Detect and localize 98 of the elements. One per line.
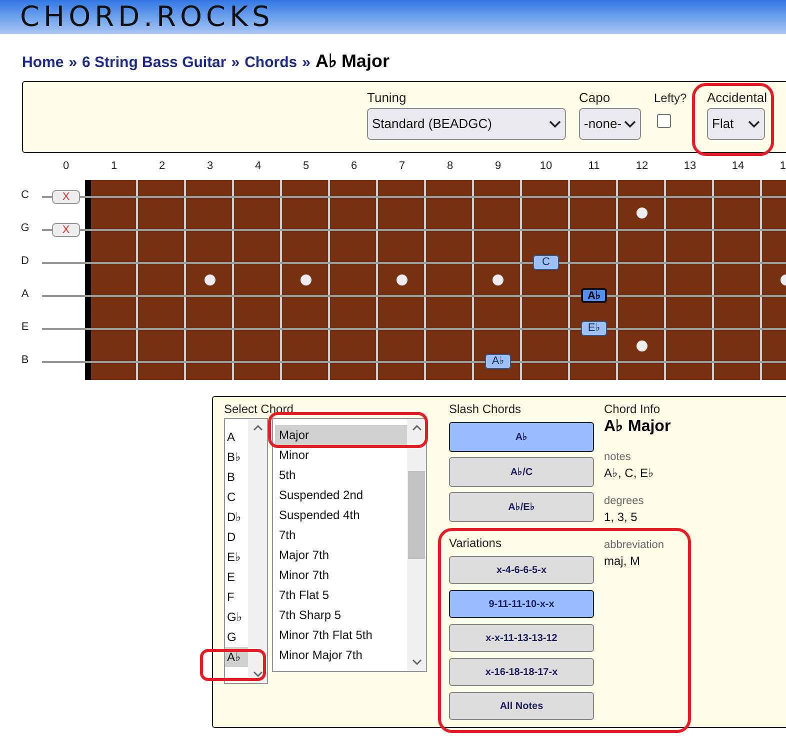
- root-note-option[interactable]: G♭: [225, 607, 248, 627]
- chord-type-list[interactable]: Major Minor 5th Suspended 2nd Suspended 4th 7th Major 7th Minor 7th 7th Flat 5 7th Sharp 5 Minor 7th Flat 5th Minor Major 7th: [272, 418, 427, 672]
- note-marker[interactable]: A♭: [485, 354, 511, 369]
- fret-number: 5: [302, 159, 310, 174]
- field-label: Tuning: [367, 90, 408, 106]
- scrollbar-thumb[interactable]: [408, 471, 425, 559]
- fret-number: 1: [778, 159, 786, 174]
- fret-number: 0: [62, 159, 70, 174]
- note-marker[interactable]: A♭: [581, 288, 607, 303]
- fret-number: 4: [254, 159, 262, 174]
- root-note-option[interactable]: A: [225, 427, 248, 447]
- tuning-select[interactable]: Standard (BEADGC): [367, 108, 566, 140]
- chord-type-option[interactable]: 7th Flat 5: [275, 585, 407, 605]
- fret-number: 1: [110, 159, 118, 174]
- root-note-option[interactable]: D: [225, 527, 248, 547]
- root-note-option[interactable]: C: [225, 487, 248, 507]
- info-label: notes: [604, 450, 632, 464]
- field-label: Capo: [579, 90, 612, 106]
- root-note-option[interactable]: B: [225, 467, 248, 487]
- highlight-outline: [200, 649, 266, 681]
- lefty-checkbox[interactable]: [657, 114, 671, 128]
- variation-button[interactable]: All Notes: [449, 692, 594, 720]
- info-value: maj, M: [604, 553, 641, 570]
- page-title: A♭ Major: [315, 50, 390, 73]
- chord-name: A♭ Major: [604, 417, 671, 437]
- caret-down-icon: [252, 671, 262, 677]
- caret-up-icon: [412, 425, 422, 431]
- string-label: C: [20, 188, 30, 202]
- fret-number: 10: [538, 159, 554, 174]
- slash-chord-button[interactable]: A♭/C: [449, 457, 594, 487]
- string-label: B: [20, 353, 30, 367]
- info-label: degrees: [604, 494, 645, 508]
- chord-type-option[interactable]: Minor Major 7th: [275, 645, 407, 665]
- muted-string-marker[interactable]: X: [52, 190, 80, 204]
- caret-down-icon: [412, 659, 422, 665]
- fret-number: 3: [206, 159, 214, 174]
- note-marker[interactable]: E♭: [581, 321, 607, 336]
- string-label: A: [20, 287, 30, 301]
- chord-type-option[interactable]: Minor: [275, 445, 407, 465]
- slash-chord-button[interactable]: A♭/E♭: [449, 492, 594, 522]
- chord-type-option[interactable]: 5th: [275, 465, 407, 485]
- root-note-option[interactable]: G: [225, 627, 248, 647]
- fret-number: 8: [446, 159, 454, 174]
- caret-up-icon: [252, 425, 262, 431]
- accidental-select[interactable]: Flat: [707, 108, 765, 140]
- chord-type-option[interactable]: 7th: [275, 525, 407, 545]
- root-note-option[interactable]: E♭: [225, 547, 248, 567]
- breadcrumb-separator: »: [68, 53, 78, 73]
- chord-type-option[interactable]: Minor 7th: [275, 565, 407, 585]
- root-note-option[interactable]: B♭: [225, 447, 248, 467]
- variation-button[interactable]: x-4-6-6-5-x: [449, 556, 594, 584]
- note-marker[interactable]: C: [533, 255, 559, 270]
- chevron-down-icon: [549, 120, 561, 128]
- fret-number: 9: [494, 159, 502, 174]
- info-label: abbreviation: [604, 538, 665, 552]
- site-logo[interactable]: CHORD.ROCKS: [20, 1, 274, 33]
- chevron-down-icon: [748, 120, 760, 128]
- fret-number: 6: [350, 159, 358, 174]
- fret-number: 11: [587, 159, 601, 174]
- chord-type-option[interactable]: Major 7th: [275, 545, 407, 565]
- fret-number: 2: [158, 159, 166, 174]
- root-note-option[interactable]: D♭: [225, 507, 248, 527]
- breadcrumb-separator: »: [231, 53, 240, 73]
- fret-number: 7: [398, 159, 406, 174]
- breadcrumb-link[interactable]: Chords: [244, 52, 298, 74]
- section-label: Slash Chords: [449, 402, 522, 416]
- section-label: Chord Info: [604, 402, 662, 416]
- chord-type-option[interactable]: Suspended 2nd: [275, 485, 407, 505]
- breadcrumb-separator: »: [302, 53, 310, 73]
- string-label: E: [20, 320, 30, 334]
- variation-button[interactable]: x-16-18-18-17-x: [449, 658, 594, 686]
- breadcrumb-link[interactable]: 6 String Bass Guitar: [82, 52, 226, 74]
- fret-number: 12: [634, 159, 650, 174]
- field-label: Accidental: [707, 90, 767, 106]
- string-label: G: [20, 221, 30, 235]
- info-value: A♭, C, E♭: [604, 465, 656, 482]
- variation-button[interactable]: 9-11-11-10-x-x: [449, 590, 594, 618]
- muted-string-marker[interactable]: X: [52, 223, 80, 237]
- root-note-option[interactable]: E: [225, 567, 248, 587]
- breadcrumb-link[interactable]: Home: [22, 52, 64, 74]
- fret-number: 13: [682, 159, 698, 174]
- section-label: Variations: [449, 536, 502, 550]
- capo-select[interactable]: -none-: [579, 108, 641, 140]
- chevron-down-icon: [624, 120, 636, 128]
- root-note-list[interactable]: A B♭ B C D♭ D E♭ E F G♭ G A♭: [224, 418, 268, 684]
- field-label: Lefty?: [654, 90, 688, 106]
- chord-type-option[interactable]: 7th Sharp 5: [275, 605, 407, 625]
- fret-number: 14: [730, 159, 746, 174]
- slash-chord-button[interactable]: A♭: [449, 422, 594, 452]
- chord-type-option[interactable]: Minor 7th Flat 5th: [275, 625, 407, 645]
- variation-button[interactable]: x-x-11-13-13-12: [449, 624, 594, 652]
- scrollbar[interactable]: [407, 419, 426, 671]
- chord-type-option[interactable]: Suspended 4th: [275, 505, 407, 525]
- root-note-option[interactable]: F: [225, 587, 248, 607]
- scrollbar[interactable]: [248, 419, 267, 683]
- chord-type-option[interactable]: Major: [275, 425, 407, 445]
- info-value: 1, 3, 5: [604, 509, 638, 526]
- string-label: D: [20, 254, 30, 268]
